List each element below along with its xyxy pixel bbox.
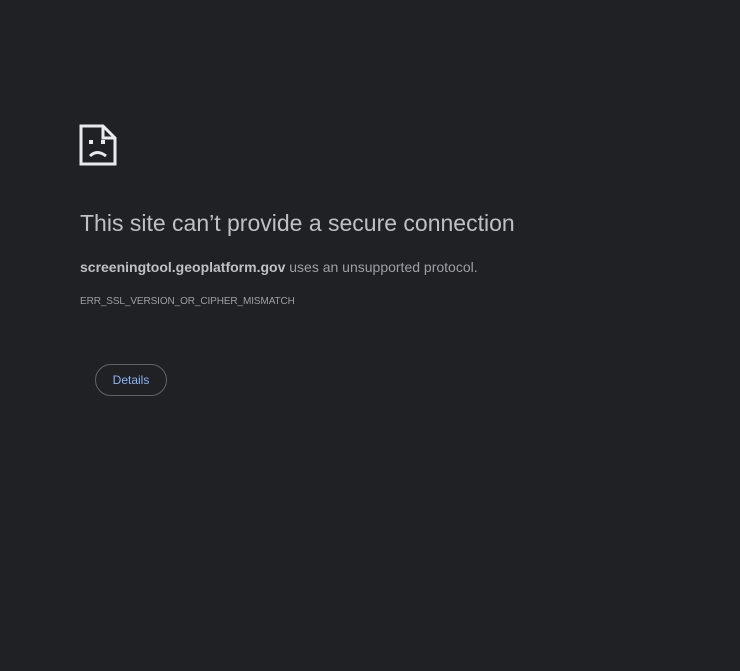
- sad-page-icon: [79, 124, 117, 166]
- error-page: This site can’t provide a secure connect…: [0, 0, 740, 671]
- details-button[interactable]: Details: [95, 364, 167, 396]
- error-code: ERR_SSL_VERSION_OR_CIPHER_MISMATCH: [80, 296, 295, 307]
- page-title: This site can’t provide a secure connect…: [80, 210, 515, 236]
- error-message: screeningtool.geoplatform.gov uses an un…: [80, 259, 478, 275]
- error-message-text: uses an unsupported protocol.: [285, 259, 478, 275]
- host-name: screeningtool.geoplatform.gov: [80, 259, 286, 275]
